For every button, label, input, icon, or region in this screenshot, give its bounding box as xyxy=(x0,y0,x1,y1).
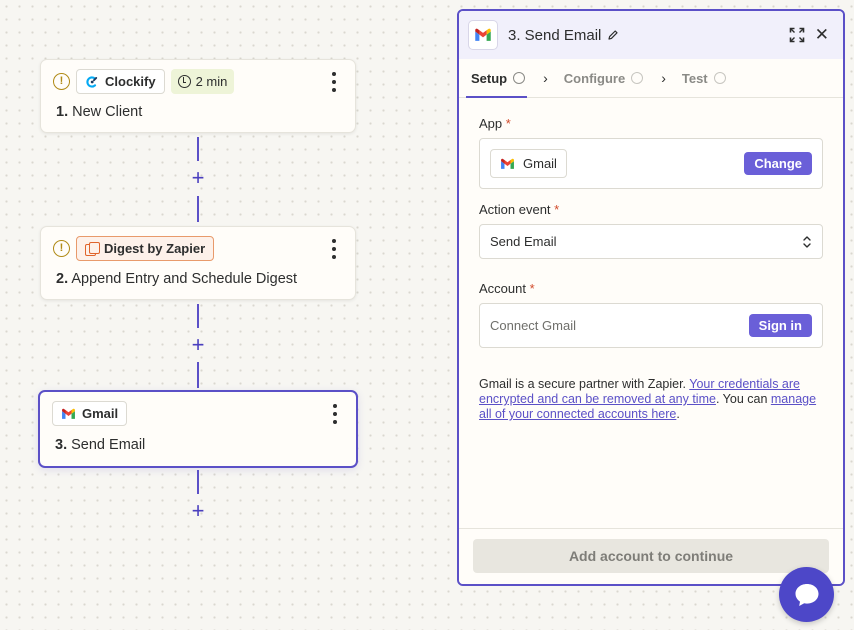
tab-label: Test xyxy=(681,70,708,86)
app-chip-label: Clockify xyxy=(105,74,156,89)
step-title-text: New Client xyxy=(72,104,143,120)
gmail-icon xyxy=(62,408,75,419)
warning-icon: ! xyxy=(53,73,70,90)
account-label: Account * xyxy=(479,281,823,296)
step-title: 2. Append Entry and Schedule Digest xyxy=(56,271,297,287)
status-circle-icon xyxy=(631,72,644,84)
connector-line xyxy=(197,137,199,161)
step-title: 1. New Client xyxy=(56,104,142,120)
more-options-icon[interactable] xyxy=(328,404,342,424)
tab-label: Setup xyxy=(471,70,508,86)
action-event-label: Action event * xyxy=(479,202,823,217)
app-chip-label: Digest by Zapier xyxy=(104,241,206,256)
label-text: App xyxy=(479,116,503,131)
change-app-button[interactable]: Change xyxy=(744,152,812,175)
more-options-icon[interactable] xyxy=(327,72,341,92)
connector-line xyxy=(197,362,199,388)
action-event-value: Send Email xyxy=(490,234,557,249)
active-tab-indicator xyxy=(466,96,527,98)
gmail-icon xyxy=(475,28,491,41)
pencil-icon[interactable] xyxy=(607,29,619,41)
tab-setup[interactable]: Setup xyxy=(471,59,526,98)
app-chip-digest: Digest by Zapier xyxy=(76,236,215,261)
expand-icon[interactable] xyxy=(789,27,805,43)
connector-line xyxy=(197,304,199,328)
info-text-part: . xyxy=(676,407,680,421)
step-title-text: Append Entry and Schedule Digest xyxy=(71,271,298,287)
sign-in-button[interactable]: Sign in xyxy=(748,314,812,337)
app-logo xyxy=(468,20,498,50)
digest-icon xyxy=(85,242,100,256)
app-chip-clockify: Clockify xyxy=(76,69,165,94)
chat-button[interactable] xyxy=(779,567,834,622)
close-icon[interactable]: ✕ xyxy=(815,26,829,43)
tab-configure[interactable]: Configure xyxy=(563,59,644,98)
connector-line xyxy=(197,470,199,494)
step-number: 2. xyxy=(56,271,69,287)
continue-button[interactable]: Add account to continue xyxy=(473,539,829,573)
status-circle-icon xyxy=(513,72,526,84)
security-info-text: Gmail is a secure partner with Zapier. Y… xyxy=(479,377,823,422)
step-tabs: Setup › Configure › Test xyxy=(459,59,843,98)
step-title: 3. Send Email xyxy=(55,437,145,453)
time-badge: 2 min xyxy=(170,69,235,94)
connector-line xyxy=(197,196,199,222)
step-card-1[interactable]: ! Clockify 2 min 1. New Client xyxy=(40,59,356,133)
info-text-part: . You can xyxy=(715,392,771,406)
time-badge-label: 2 min xyxy=(195,74,228,89)
selected-app-name: Gmail xyxy=(523,156,557,171)
tab-test[interactable]: Test xyxy=(682,59,726,98)
required-mark: * xyxy=(529,281,535,296)
chevron-right-icon: › xyxy=(661,70,666,86)
app-field-label: App * xyxy=(479,116,823,131)
panel-title: 3. Send Email xyxy=(508,26,602,44)
app-chip-label: Gmail xyxy=(82,406,119,421)
status-circle-icon xyxy=(713,72,726,84)
step-number: 3. xyxy=(55,437,68,453)
tab-label: Configure xyxy=(563,70,626,86)
label-text: Account xyxy=(479,281,526,296)
add-step-button[interactable]: + xyxy=(187,167,209,190)
account-placeholder: Connect Gmail xyxy=(490,318,576,333)
chevron-right-icon: › xyxy=(543,70,548,86)
action-event-select[interactable]: Send Email xyxy=(479,224,823,259)
chat-bubble-icon xyxy=(795,583,818,606)
panel-body: App * Gmail Change Action event * Send E… xyxy=(459,116,843,422)
label-text: Action event xyxy=(479,202,551,217)
selected-app-chip: Gmail xyxy=(490,149,567,178)
warning-icon: ! xyxy=(53,240,70,257)
step-card-2[interactable]: ! Digest by Zapier 2. Append Entry and S… xyxy=(40,226,356,300)
account-field[interactable]: Connect Gmail Sign in xyxy=(479,303,823,348)
required-mark: * xyxy=(505,116,511,131)
step-editor-panel: 3. Send Email ✕ Setup › Configure › Test… xyxy=(457,9,845,586)
step-title-text: Send Email xyxy=(71,437,146,453)
app-field: Gmail Change xyxy=(479,138,823,189)
gmail-icon xyxy=(501,158,514,169)
clock-icon xyxy=(177,75,191,88)
add-step-button[interactable]: + xyxy=(187,334,209,357)
app-chip-gmail: Gmail xyxy=(52,401,128,426)
required-mark: * xyxy=(554,202,560,217)
panel-header: 3. Send Email ✕ xyxy=(459,11,843,59)
chevron-up-down-icon xyxy=(803,235,811,248)
add-step-button[interactable]: + xyxy=(187,500,209,523)
step-number: 1. xyxy=(56,104,69,120)
more-options-icon[interactable] xyxy=(327,239,341,259)
clockify-icon xyxy=(86,75,98,88)
info-text-part: Gmail is a secure partner with Zapier. xyxy=(479,377,690,391)
step-card-3[interactable]: Gmail 3. Send Email xyxy=(38,390,358,468)
